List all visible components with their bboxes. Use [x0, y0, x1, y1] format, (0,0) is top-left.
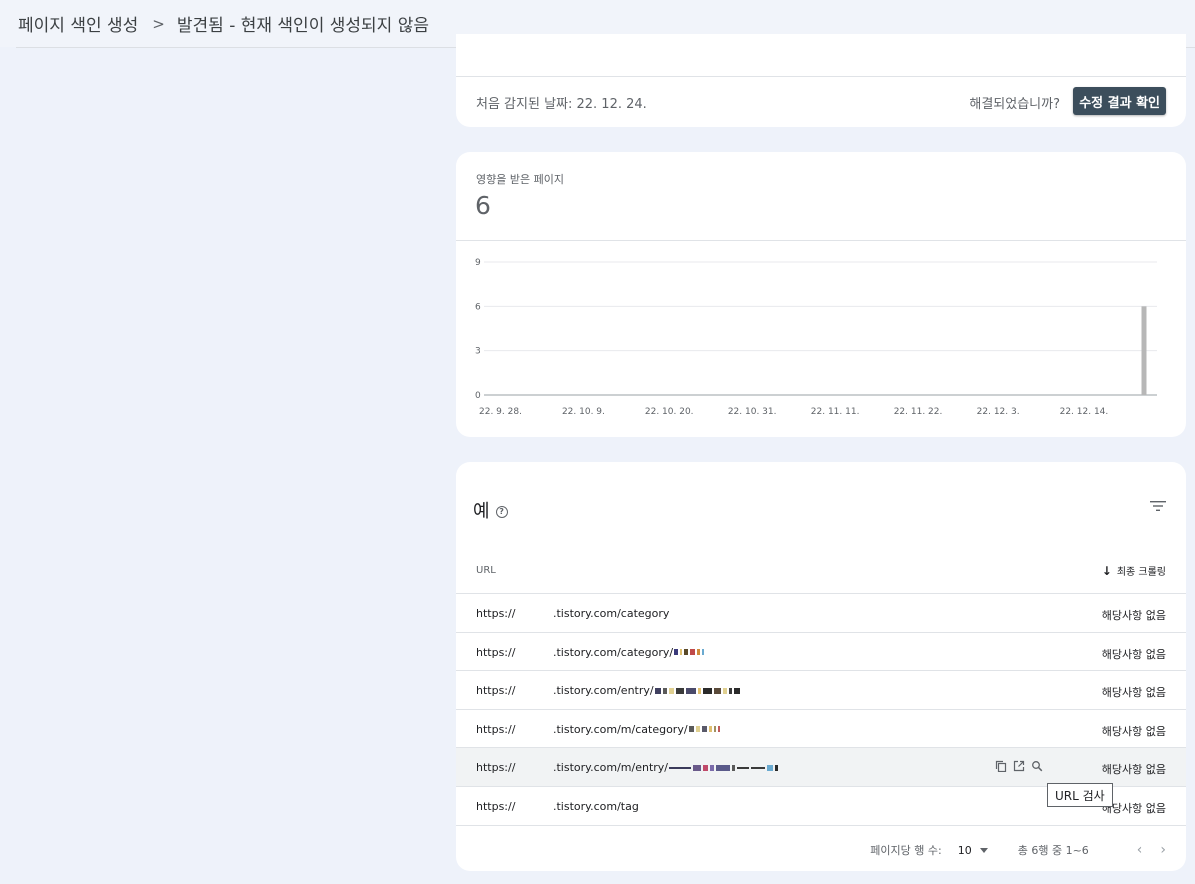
redacted-text — [688, 724, 722, 734]
redacted-text — [669, 763, 780, 773]
examples-title: 예 — [473, 501, 490, 522]
url-path: .tistory.com/m/category/ — [553, 723, 722, 736]
last-crawled: 해당사항 없음 — [1101, 647, 1166, 661]
divider — [456, 76, 1186, 77]
url-protocol: https:// — [476, 722, 516, 736]
breadcrumb: 페이지 색인 생성 > 발견됨 - 현재 색인이 생성되지 않음 — [18, 11, 429, 37]
examples-card: 예 ? URL ↓ 최종 크롤링 https:// .tistory.com/c… — [456, 462, 1186, 871]
chart-bar[interactable] — [1141, 306, 1147, 395]
open-external-icon[interactable] — [1013, 760, 1025, 772]
table-row[interactable]: https:// .tistory.com/category 해당사항 없음 — [456, 594, 1186, 633]
pagination: 페이지당 행 수: 10 총 6행 중 1~6 ‹ › — [870, 842, 1166, 858]
url-protocol: https:// — [476, 684, 516, 698]
url-protocol: https:// — [476, 761, 516, 775]
last-crawled: 해당사항 없음 — [1101, 763, 1166, 777]
x-tick-label: 22. 11. 22. — [894, 407, 943, 417]
column-header-url[interactable]: URL — [476, 565, 496, 576]
breadcrumb-parent[interactable]: 페이지 색인 생성 — [18, 11, 138, 36]
y-tick-label: 6 — [475, 302, 481, 312]
x-tick-label: 22. 10. 20. — [645, 407, 694, 417]
dropdown-caret-icon[interactable] — [979, 847, 988, 853]
status-card: 처음 감지된 날짜: 22. 12. 24. 해결되었습니까? 수정 결과 확인 — [456, 34, 1186, 127]
affected-pages-label: 영향을 받은 페이지 — [476, 173, 564, 186]
url-path: .tistory.com/entry/ — [553, 684, 742, 697]
validate-fix-button[interactable]: 수정 결과 확인 — [1073, 87, 1166, 115]
table-row[interactable]: https:// .tistory.com/m/category/ 해당사항 없… — [456, 710, 1186, 749]
sort-down-icon: ↓ — [1101, 563, 1112, 578]
url-path: .tistory.com/category — [553, 607, 670, 620]
last-crawled: 해당사항 없음 — [1101, 724, 1166, 738]
chevron-right-icon: > — [152, 14, 165, 33]
redacted-text — [654, 686, 742, 696]
last-crawled: 해당사항 없음 — [1101, 686, 1166, 700]
y-tick-label: 0 — [475, 391, 481, 401]
table-row[interactable]: https:// .tistory.com/entry/ 해당사항 없음 — [456, 671, 1186, 710]
x-tick-label: 22. 12. 3. — [977, 407, 1020, 417]
redacted-text — [674, 647, 706, 657]
table-row[interactable]: https:// .tistory.com/m/entry/ 해당사항 없음 — [456, 748, 1186, 787]
url-protocol: https:// — [476, 645, 516, 659]
x-tick-label: 22. 12. 14. — [1060, 407, 1109, 417]
y-tick-label: 9 — [475, 258, 481, 268]
x-tick-label: 22. 9. 28. — [479, 407, 522, 417]
x-tick-label: 22. 10. 31. — [728, 407, 777, 417]
resolved-question: 해결되었습니까? — [969, 97, 1060, 112]
url-path: .tistory.com/tag — [553, 799, 639, 813]
affected-pages-card: 영향을 받은 페이지 6 0 3 6 9 22. 9. 28. 22. 10. 9. 22.… — [456, 152, 1186, 437]
affected-pages-chart: 0 3 6 9 22. 9. 28. 22. 10. 9. 22. 10. 20. 22. 1… — [475, 258, 1157, 417]
row-actions — [995, 760, 1043, 773]
affected-pages-count: 6 — [475, 191, 491, 220]
rows-per-page-label: 페이지당 행 수: — [870, 844, 942, 857]
next-page-icon[interactable]: › — [1160, 842, 1166, 858]
x-tick-label: 22. 11. 11. — [811, 407, 860, 417]
url-inspect-icon[interactable] — [1031, 760, 1043, 772]
y-tick-label: 3 — [475, 347, 481, 357]
rows-per-page-select[interactable]: 10 — [958, 844, 972, 857]
url-protocol: https:// — [476, 799, 516, 813]
help-icon[interactable]: ? — [495, 505, 508, 518]
page-range: 총 6행 중 1~6 — [1017, 844, 1089, 857]
url-path: .tistory.com/category/ — [553, 646, 706, 659]
url-protocol: https:// — [476, 607, 516, 620]
first-detected-date: 처음 감지된 날짜: 22. 12. 24. — [476, 97, 647, 112]
copy-icon[interactable] — [995, 760, 1007, 773]
last-crawled: 해당사항 없음 — [1101, 609, 1166, 622]
table-row[interactable]: https:// .tistory.com/category/ 해당사항 없음 — [456, 633, 1186, 672]
column-header-last-crawled-label: 최종 크롤링 — [1116, 567, 1166, 578]
url-inspect-tooltip: URL 검사 — [1047, 783, 1113, 807]
filter-icon[interactable] — [1150, 499, 1166, 513]
url-path: .tistory.com/m/entry/ — [553, 761, 780, 774]
prev-page-icon[interactable]: ‹ — [1137, 842, 1143, 858]
examples-heading: 예 ? — [473, 497, 508, 523]
x-tick-label: 22. 10. 9. — [562, 407, 605, 417]
page-title: 발견됨 - 현재 색인이 생성되지 않음 — [176, 16, 429, 36]
column-header-last-crawled[interactable]: ↓ 최종 크롤링 — [1101, 563, 1166, 579]
